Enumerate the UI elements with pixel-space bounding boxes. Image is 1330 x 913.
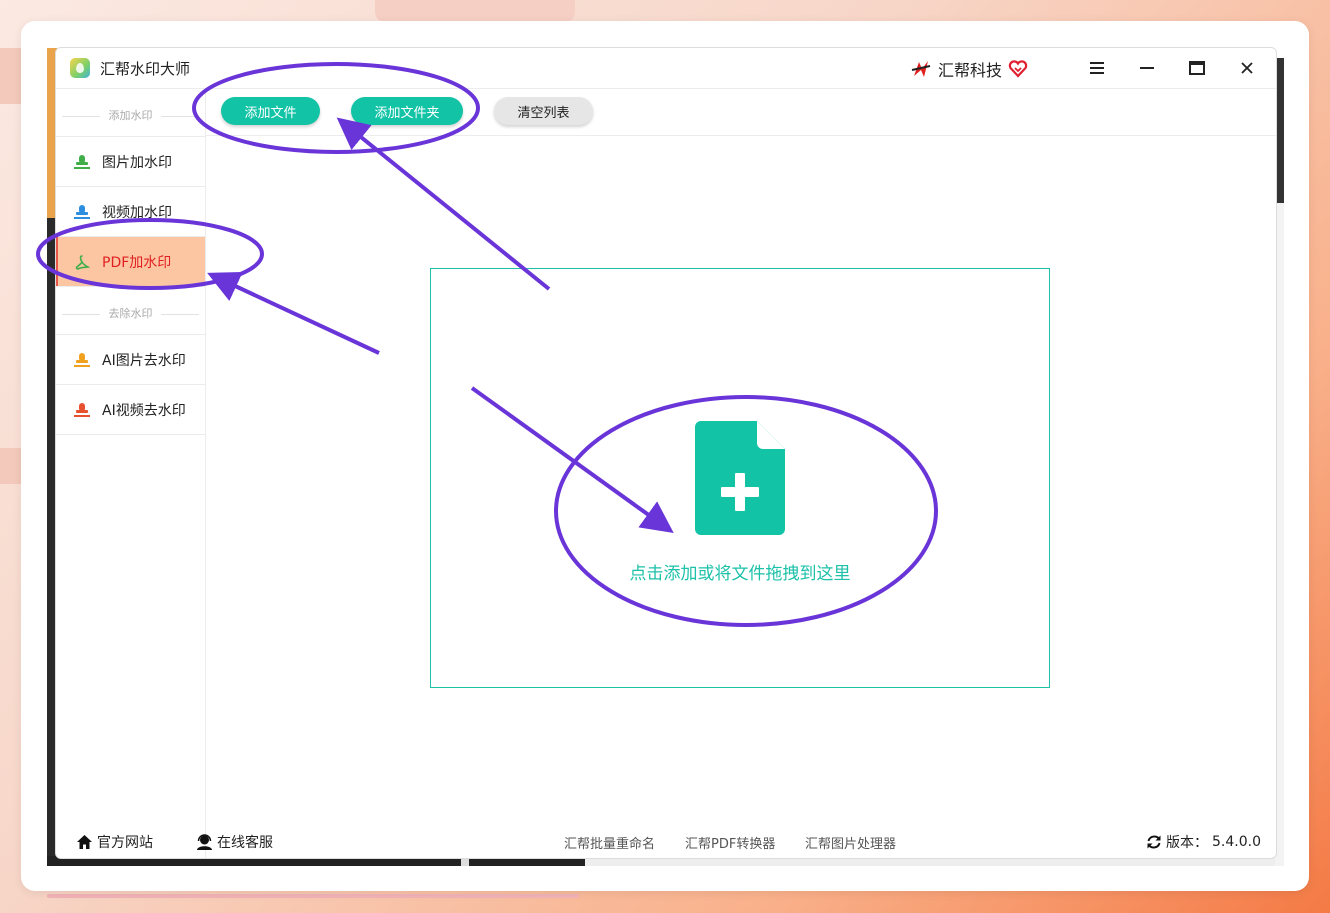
sidebar-item-label: AI视频去水印 [102,402,186,419]
maximize-icon [1189,61,1205,75]
brand-logo-icon [911,61,931,77]
add-folder-button[interactable]: 添加文件夹 [351,97,463,125]
app-window: 汇帮水印大师 汇帮科技 添加水印 图片加水印 视频加水印 PDF加水印 去除水印… [55,47,1277,859]
sidebar-item-label: 图片加水印 [102,154,172,171]
minimize-icon [1140,67,1154,69]
background-decoration [0,48,22,104]
support-agent-icon [197,834,212,850]
stamp-icon [74,204,90,220]
official-website-link[interactable]: 官方网站 [76,832,153,852]
stamp-icon [74,154,90,170]
add-file-button[interactable]: 添加文件 [221,97,320,125]
app-title: 汇帮水印大师 [100,60,191,78]
background-decoration [47,894,579,898]
maximize-button[interactable] [1184,56,1210,80]
footer-link-pdf-converter[interactable]: 汇帮PDF转换器 [685,833,775,852]
sidebar-item-label: PDF加水印 [102,254,172,271]
toolbar: 添加文件 添加文件夹 清空列表 [206,89,1276,136]
sidebar-item-ai-image-remove[interactable]: AI图片去水印 [56,334,205,384]
home-icon [77,835,92,849]
heart-icon [1008,60,1028,78]
footer: 官方网站 在线客服 汇帮批量重命名 汇帮PDF转换器 汇帮图片处理器 版本： 5.… [56,822,1276,858]
online-support-link[interactable]: 在线客服 [196,832,273,852]
sidebar-item-pdf-watermark[interactable]: PDF加水印 [56,236,205,286]
app-logo-icon [70,58,90,78]
sidebar-item-ai-video-remove[interactable]: AI视频去水印 [56,384,205,435]
version-info[interactable]: 版本： 5.4.0.0 [1146,832,1261,852]
menu-button[interactable] [1084,56,1110,80]
section-title-remove: 去除水印 [56,286,205,334]
hamburger-icon [1090,62,1104,74]
clear-list-button[interactable]: 清空列表 [494,97,593,125]
background-decoration [0,448,22,484]
stamp-icon [74,402,90,418]
close-button[interactable] [1234,56,1260,80]
pdf-icon [75,254,90,270]
footer-link-batch-rename[interactable]: 汇帮批量重命名 [564,833,655,852]
footer-link-image-processor[interactable]: 汇帮图片处理器 [805,833,896,852]
sidebar-item-video-watermark[interactable]: 视频加水印 [56,186,205,236]
sidebar-item-label: AI图片去水印 [102,352,186,369]
add-file-icon [695,421,785,535]
sidebar: 添加水印 图片加水印 视频加水印 PDF加水印 去除水印 AI图片去水印 AI视… [56,89,206,858]
sidebar-item-image-watermark[interactable]: 图片加水印 [56,136,205,186]
minimize-button[interactable] [1134,56,1160,80]
stamp-icon [74,352,90,368]
refresh-icon [1147,835,1161,849]
section-title-add: 添加水印 [56,89,205,136]
brand-name: 汇帮科技 [938,61,1003,80]
close-icon [1241,62,1253,74]
drop-zone-text: 点击添加或将文件拖拽到这里 [629,564,851,584]
file-drop-zone[interactable]: 点击添加或将文件拖拽到这里 [430,268,1050,688]
background-decoration [375,0,575,22]
sidebar-item-label: 视频加水印 [102,204,172,221]
title-bar: 汇帮水印大师 汇帮科技 [56,48,1276,89]
brand[interactable]: 汇帮科技 [910,57,1028,81]
